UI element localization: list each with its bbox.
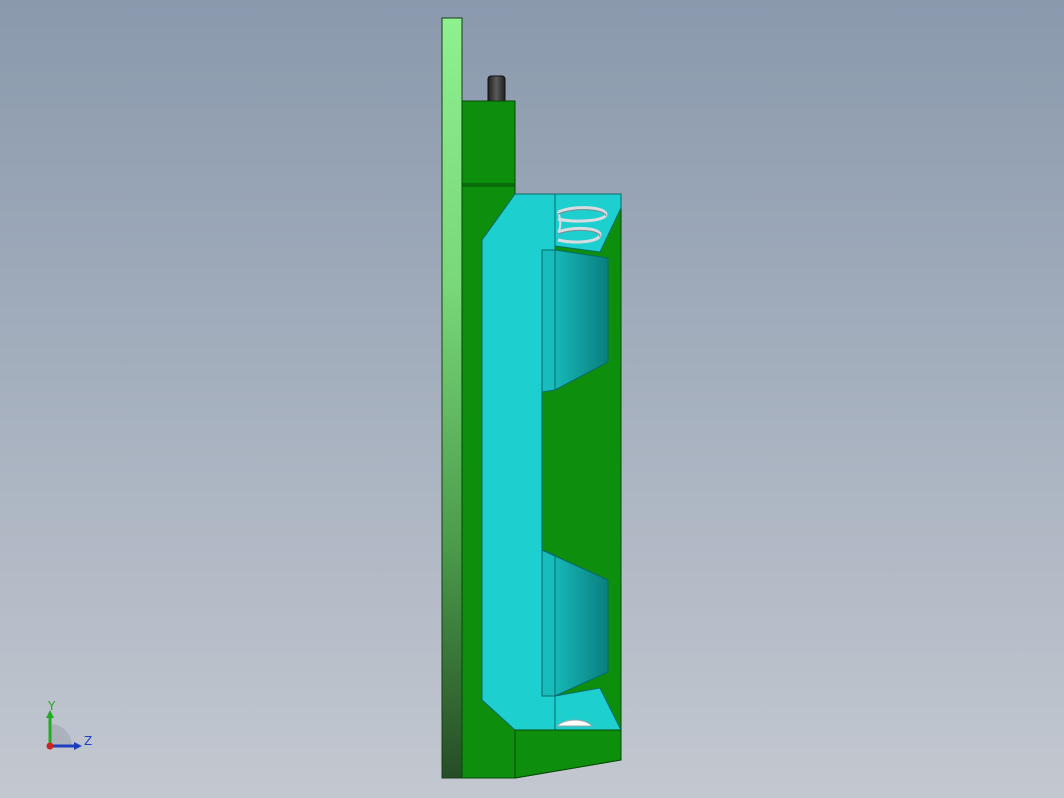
z-axis-label: Z [84, 734, 92, 748]
z-axis-arrow [74, 742, 82, 750]
lower-clip [554, 555, 609, 697]
3d-viewport[interactable]: Y Z [0, 0, 1064, 798]
battery-holder-model[interactable] [0, 0, 1064, 798]
pcb-board [441, 17, 463, 779]
connector-block [461, 100, 516, 187]
axis-triad: Y Z [46, 699, 92, 750]
y-axis-label: Y [47, 699, 56, 713]
connector-pin [487, 75, 506, 104]
triad-plane [50, 724, 72, 746]
x-axis-dot [46, 742, 54, 750]
